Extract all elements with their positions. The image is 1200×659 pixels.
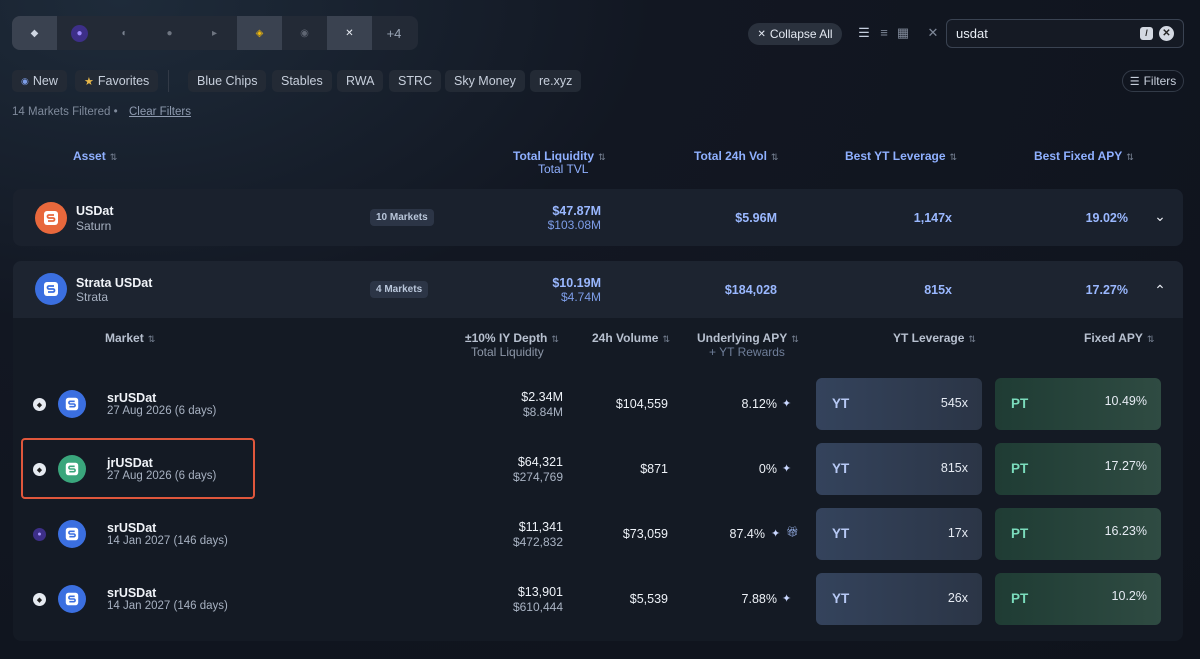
subcolumn-total-liquidity: Total Liquidity [471, 345, 544, 359]
yt-buy-button[interactable]: YT 815x [816, 443, 982, 495]
filter-stables[interactable]: Stables [272, 70, 332, 92]
shortcut-key: / [1140, 27, 1153, 40]
chain-3-icon: ◐ [121, 27, 128, 39]
subcolumn-underlying-apy[interactable]: Underlying APY ⇅ [697, 331, 799, 345]
tools-icon[interactable]: ✕ [926, 26, 940, 40]
pt-buy-button[interactable]: PT 10.49% [995, 378, 1161, 430]
srusdat-icon [58, 520, 86, 548]
collapse-all-button[interactable]: ✕ Collapse All [748, 23, 842, 45]
srusdat-icon [58, 390, 86, 418]
pt-buy-button[interactable]: PT 17.27% [995, 443, 1161, 495]
chain-7-icon: ◉ [300, 27, 309, 39]
chain-4-icon: ● [166, 27, 173, 39]
grid-view-icon[interactable]: ▦ [896, 26, 910, 40]
gift-icon: 🎁︎ [786, 527, 799, 538]
clear-search-icon[interactable]: ✕ [1159, 26, 1174, 41]
clear-filters-link[interactable]: Clear Filters [129, 106, 191, 118]
new-icon: ◉ [21, 75, 29, 86]
srusdat-icon [58, 585, 86, 613]
column-total-24h-vol[interactable]: Total 24h Vol ⇅ [694, 149, 778, 163]
usdat-icon [35, 202, 67, 234]
asset-row-usdat[interactable]: USDat Saturn 10 Markets $47.87M $103.08M… [13, 189, 1183, 246]
search-input[interactable]: usdat / ✕ [946, 19, 1184, 48]
subcolumn-24h-volume[interactable]: 24h Volume ⇅ [592, 331, 670, 345]
chain-7[interactable]: ◉ [282, 16, 327, 50]
asset-row-strata-usdat[interactable]: Strata USDat Strata 4 Markets $10.19M $4… [13, 261, 1183, 318]
chain-5[interactable]: ▸ [192, 16, 237, 50]
yt-buy-button[interactable]: YT 545x [816, 378, 982, 430]
chain-bnb[interactable]: ◈ [237, 16, 282, 50]
filter-rwa[interactable]: RWA [337, 70, 384, 92]
highlight-box [21, 438, 255, 499]
chevron-up-icon[interactable]: ⌃ [1153, 283, 1167, 297]
subcolumn-iy-depth[interactable]: ±10% IY Depth ⇅ [465, 331, 559, 345]
chain-selector: ◆ ● ◐ ● ▸ ◈ ◉ ✕ +4 [12, 16, 418, 50]
column-total-tvl: Total TVL [538, 162, 589, 176]
grouped-view-icon[interactable]: ☰ [857, 26, 871, 40]
filter-sky-money[interactable]: Sky Money [445, 70, 525, 92]
chain-5-icon: ▸ [211, 27, 218, 39]
pt-buy-button[interactable]: PT 16.23% [995, 508, 1161, 560]
yt-buy-button[interactable]: YT 26x [816, 573, 982, 625]
sparkle-icon: ✦ [782, 398, 792, 410]
filter-blue-chips[interactable]: Blue Chips [188, 70, 267, 92]
markets-count-badge: 10 Markets [370, 209, 434, 226]
list-view-icon[interactable]: ≡ [877, 26, 891, 40]
chain-4[interactable]: ● [147, 16, 192, 50]
subcolumn-yt-rewards: + YT Rewards [709, 345, 785, 359]
column-best-yt-leverage[interactable]: Best YT Leverage ⇅ [845, 149, 957, 163]
subcolumn-yt-leverage[interactable]: YT Leverage ⇅ [893, 331, 976, 345]
strata-chain-icon: ● [71, 24, 88, 42]
chain-8-icon: ✕ [345, 27, 354, 39]
markets-count-badge: 4 Markets [370, 281, 429, 298]
sparkle-icon: ✦ [782, 593, 792, 605]
filter-new[interactable]: ◉ New [12, 70, 67, 92]
filter-favorites[interactable]: ★ Favorites [75, 70, 159, 92]
chain-strata[interactable]: ● [57, 16, 102, 50]
sparkle-icon: ✦ [782, 463, 792, 475]
ethereum-icon: ◆ [30, 27, 39, 39]
divider [168, 70, 169, 92]
column-asset[interactable]: Asset ⇅ [73, 149, 117, 163]
strata-chain-icon: ● [33, 528, 46, 541]
filter-strc[interactable]: STRC [389, 70, 442, 92]
sparkle-icon: ✦ [771, 528, 781, 540]
subcolumn-market[interactable]: Market ⇅ [105, 331, 155, 345]
chain-8[interactable]: ✕ [327, 16, 372, 50]
star-icon: ★ [84, 75, 94, 88]
markets-filtered-count: 14 Markets Filtered • [12, 106, 118, 118]
yt-buy-button[interactable]: YT 17x [816, 508, 982, 560]
filters-icon: ☰ [1129, 75, 1140, 88]
chain-3[interactable]: ◐ [102, 16, 147, 50]
ethereum-icon: ◆ [33, 398, 46, 411]
filter-re-xyz[interactable]: re.xyz [530, 70, 582, 92]
chain-ethereum[interactable]: ◆ [12, 16, 57, 50]
subcolumn-fixed-apy[interactable]: Fixed APY ⇅ [1084, 331, 1154, 345]
collapse-icon: ✕ [757, 28, 766, 40]
column-total-liquidity[interactable]: Total Liquidity ⇅ [513, 149, 606, 163]
ethereum-icon: ◆ [33, 593, 46, 606]
chevron-down-icon[interactable]: ⌄ [1153, 209, 1167, 223]
column-best-fixed-apy[interactable]: Best Fixed APY ⇅ [1034, 149, 1134, 163]
bnb-icon: ◈ [255, 27, 264, 39]
pt-buy-button[interactable]: PT 10.2% [995, 573, 1161, 625]
filters-button[interactable]: ☰ Filters [1122, 70, 1184, 92]
more-chains-button[interactable]: +4 [372, 16, 416, 50]
strata-usdat-icon [35, 273, 67, 305]
